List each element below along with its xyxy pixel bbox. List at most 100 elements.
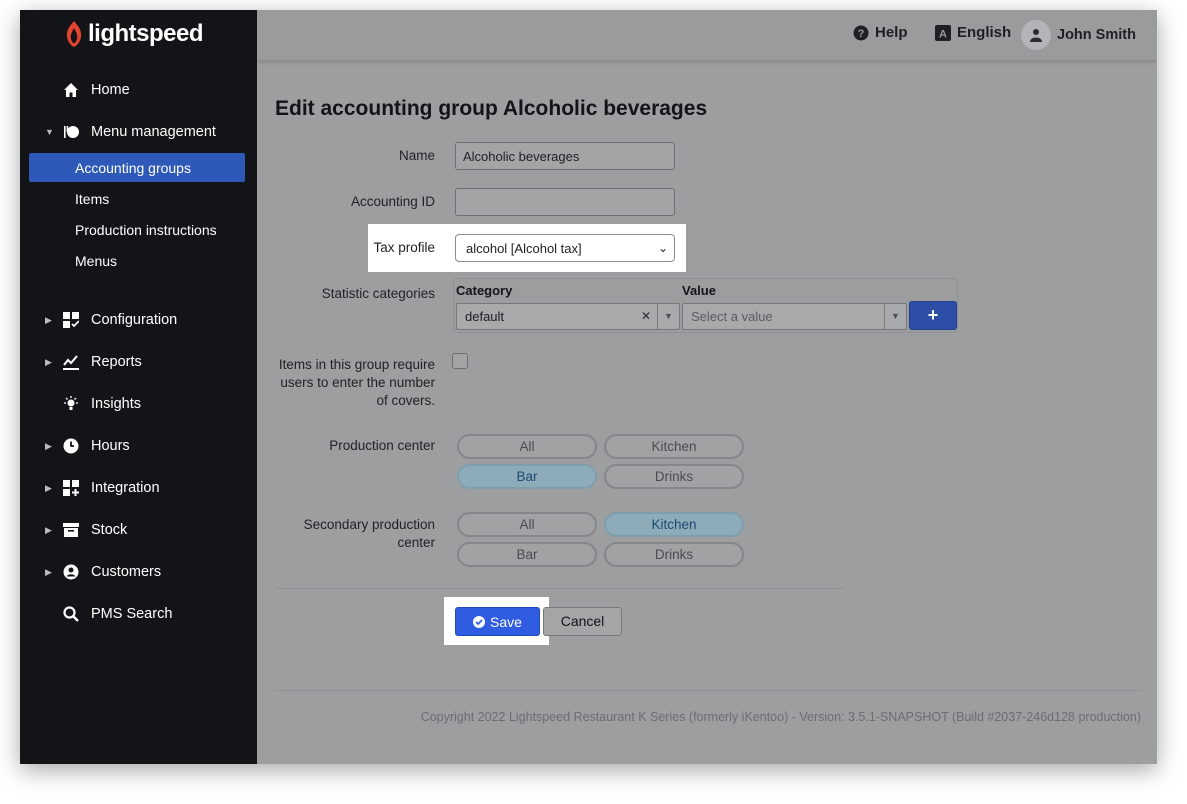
search-icon: [62, 605, 80, 623]
dropdown-arrow-icon[interactable]: ▼: [884, 304, 906, 329]
configuration-icon: [62, 311, 80, 329]
caret-right-icon: ▶: [45, 524, 52, 535]
cancel-button[interactable]: Cancel: [543, 607, 622, 636]
sidebar-subitem-production-instructions[interactable]: Production instructions: [29, 215, 245, 244]
form-divider: [275, 588, 845, 589]
secondary-center-bar[interactable]: Bar: [457, 542, 597, 567]
customers-icon: [62, 563, 80, 581]
save-button[interactable]: Save: [455, 607, 540, 636]
name-label: Name: [398, 148, 435, 163]
stock-icon: [62, 521, 80, 539]
production-center-kitchen[interactable]: Kitchen: [604, 434, 744, 459]
reports-icon: [62, 353, 80, 371]
chevron-down-icon: ⌄: [657, 241, 668, 255]
sidebar-subitem-items[interactable]: Items: [29, 184, 245, 213]
caret-right-icon: ▶: [45, 440, 52, 451]
clock-icon: [62, 437, 80, 455]
lightspeed-flame-icon: [66, 21, 82, 47]
accounting-id-field[interactable]: [455, 188, 675, 216]
home-icon: [62, 81, 80, 99]
covers-checkbox[interactable]: [452, 353, 468, 369]
avatar: [1021, 20, 1051, 50]
secondary-center-all[interactable]: All: [457, 512, 597, 537]
secondary-production-center-label: Secondary production center: [303, 517, 435, 550]
accounting-id-label: Accounting ID: [350, 194, 435, 209]
save-label: Save: [490, 613, 522, 630]
statistic-categories-box: Category Value default ✕ ▼ Select a valu…: [453, 278, 958, 333]
add-statistic-button[interactable]: +: [909, 301, 957, 330]
user-name: John Smith: [1057, 27, 1136, 43]
integration-icon: [62, 479, 80, 497]
caret-right-icon: ▶: [45, 482, 52, 493]
value-select[interactable]: Select a value ▼: [682, 303, 907, 330]
sidebar-item-reports[interactable]: ▶ Reports: [20, 347, 257, 377]
caret-down-icon: ▼: [45, 127, 54, 137]
production-center-all[interactable]: All: [457, 434, 597, 459]
brand-name: lightspeed: [88, 20, 204, 47]
value-header: Value: [682, 283, 716, 298]
language-label: English: [957, 24, 1012, 41]
top-bar: ? Help A English John Smith: [257, 10, 1157, 60]
plus-icon: +: [927, 305, 939, 325]
statistic-categories-label: Statistic categories: [321, 286, 435, 301]
user-menu[interactable]: John Smith: [1021, 20, 1136, 50]
language-icon: A: [935, 24, 951, 41]
caret-right-icon: ▶: [45, 314, 52, 325]
caret-right-icon: ▶: [45, 566, 52, 577]
secondary-center-kitchen[interactable]: Kitchen: [604, 512, 744, 537]
insights-icon: [62, 395, 80, 413]
sidebar-item-label: Home: [91, 82, 130, 98]
user-icon: [1030, 29, 1042, 42]
footer-divider: [275, 690, 1141, 691]
sidebar-item-label: Menu management: [91, 124, 216, 140]
svg-text:A: A: [939, 28, 947, 40]
production-center-drinks[interactable]: Drinks: [604, 464, 744, 489]
value-placeholder: Select a value: [691, 309, 773, 324]
sidebar-item-customers[interactable]: ▶ Customers: [20, 557, 257, 587]
tax-profile-label: Tax profile: [373, 240, 435, 255]
app-window: lightspeed Home ▼ Menu management Accoun…: [20, 10, 1157, 764]
sidebar-item-label: Insights: [91, 396, 141, 412]
sidebar-item-stock[interactable]: ▶ Stock: [20, 515, 257, 545]
tax-profile-select[interactable]: alcohol [Alcohol tax] ⌄: [455, 234, 675, 262]
sidebar-item-label: PMS Search: [91, 606, 173, 622]
sidebar-item-hours[interactable]: ▶ Hours: [20, 431, 257, 461]
caret-right-icon: ▶: [45, 356, 52, 367]
page-title: Edit accounting group Alcoholic beverage…: [275, 97, 708, 120]
sidebar-item-label: Reports: [91, 354, 142, 370]
sidebar-item-label: Stock: [91, 522, 128, 538]
dropdown-arrow-icon[interactable]: ▼: [657, 304, 679, 329]
production-center-label: Production center: [329, 438, 435, 453]
tax-profile-value: alcohol [Alcohol tax]: [466, 241, 582, 256]
main-content: ? Help A English John Smith Edit account…: [257, 10, 1157, 764]
sidebar-item-insights[interactable]: Insights: [20, 389, 257, 419]
covers-label: Items in this group require users to ent…: [278, 357, 435, 408]
sidebar-item-pms-search[interactable]: PMS Search: [20, 599, 257, 629]
name-field[interactable]: Alcoholic beverages: [455, 142, 675, 170]
production-center-bar[interactable]: Bar: [457, 464, 597, 489]
secondary-center-drinks[interactable]: Drinks: [604, 542, 744, 567]
sidebar-item-label: Configuration: [91, 312, 178, 328]
sidebar-item-configuration[interactable]: ▶ Configuration: [20, 305, 257, 335]
sidebar-item-label: Integration: [91, 480, 160, 496]
category-header: Category: [456, 283, 513, 298]
brand-logo[interactable]: lightspeed: [64, 20, 204, 48]
sidebar-item-label: Customers: [91, 564, 162, 580]
sidebar-item-home[interactable]: Home: [20, 75, 257, 105]
help-icon: ?: [853, 25, 869, 40]
check-circle-icon: [473, 615, 486, 628]
help-label: Help: [875, 24, 908, 41]
sidebar-item-menu-management[interactable]: ▼ Menu management: [20, 117, 257, 147]
category-select[interactable]: default ✕ ▼: [456, 303, 680, 330]
menu-management-icon: [62, 123, 80, 141]
sidebar-item-integration[interactable]: ▶ Integration: [20, 473, 257, 503]
clear-icon[interactable]: ✕: [641, 309, 651, 323]
sidebar-subitem-accounting-groups[interactable]: Accounting groups: [29, 153, 245, 182]
sidebar-item-label: Hours: [91, 438, 130, 454]
sidebar: lightspeed Home ▼ Menu management Accoun…: [20, 10, 257, 764]
sidebar-subitem-menus[interactable]: Menus: [29, 246, 245, 275]
language-selector[interactable]: A English: [935, 24, 1011, 41]
svg-text:?: ?: [858, 28, 865, 40]
help-link[interactable]: ? Help: [853, 24, 908, 41]
category-value: default: [465, 309, 505, 324]
